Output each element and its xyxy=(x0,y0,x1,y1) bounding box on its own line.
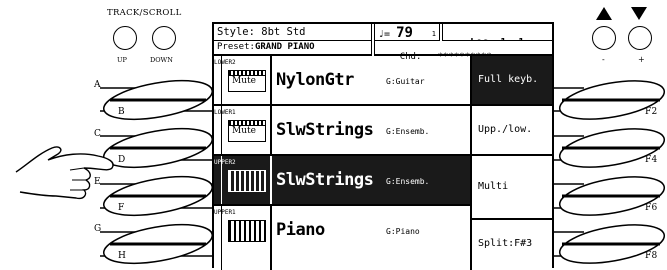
tempo-value: 79 xyxy=(396,25,413,41)
track-up-label: UP xyxy=(117,56,127,64)
mute-icon-text: Mute xyxy=(232,76,256,86)
track-down-label: DOWN xyxy=(150,56,173,64)
style-field[interactable]: Style: 8bt Std xyxy=(214,24,372,41)
down-arrow-icon xyxy=(631,7,647,20)
key-label-f4: F4 xyxy=(645,155,658,165)
keyboard-icon[interactable] xyxy=(228,220,266,242)
key-letter-g: G xyxy=(94,224,102,234)
mode-label: Full keyb. xyxy=(478,74,539,85)
tempo-symbol: ♩= xyxy=(378,29,397,40)
mode-split[interactable]: Split:F#3 xyxy=(472,220,552,270)
track-down-button[interactable] xyxy=(152,26,176,50)
key-letter-f: F xyxy=(118,203,125,213)
key-f2-button[interactable] xyxy=(557,74,667,126)
voice-name: SlwStrings xyxy=(276,120,374,140)
mute-icon-text: Mute xyxy=(232,126,256,136)
plus-label: + xyxy=(638,55,645,64)
voice-name: SlwStrings xyxy=(276,170,374,190)
key-letter-d: D xyxy=(118,155,126,165)
voice-row-lower1[interactable]: LOWER1 Mute SlwStrings G:Ensemb. xyxy=(214,106,470,156)
key-letter-e: E xyxy=(94,177,101,187)
key-letter-c: C xyxy=(94,129,102,139)
up-arrow-icon xyxy=(596,7,612,20)
mode-label: Upp./low. xyxy=(478,124,533,135)
lcd-display: Style: 8bt Std ♩= 79 1 Loc: 1 1 Preset:G… xyxy=(212,22,554,270)
increment-button[interactable] xyxy=(628,26,652,50)
tempo-index: 1 xyxy=(431,30,436,38)
voice-tag: LOWER1 xyxy=(214,106,236,154)
mute-icon[interactable]: Mute xyxy=(228,120,266,142)
key-ab-button[interactable] xyxy=(101,74,212,127)
key-label-f8: F8 xyxy=(645,251,658,261)
voice-tag: UPPER2 xyxy=(214,156,236,204)
voice-row-upper1[interactable]: UPPER1 Piano G:Piano xyxy=(214,206,470,270)
mute-icon[interactable]: Mute xyxy=(228,70,266,92)
voice-name: NylonGtr xyxy=(276,70,354,90)
loc-field[interactable]: Loc: 1 1 xyxy=(442,24,552,48)
preset-name: GRAND PIANO xyxy=(254,42,315,52)
track-up-button[interactable] xyxy=(113,26,137,50)
preset-prefix: Preset: xyxy=(217,42,255,52)
voice-tag: UPPER1 xyxy=(214,206,236,270)
voice-group: G:Guitar xyxy=(386,77,425,86)
pointing-hand-icon xyxy=(15,146,114,200)
key-letter-b: B xyxy=(118,107,125,117)
voice-row-upper2-selected[interactable]: UPPER2 SlwStrings G:Ensemb. xyxy=(214,156,470,206)
key-label-f2: F2 xyxy=(645,107,658,117)
mode-label: Multi xyxy=(478,181,509,192)
keyboard-icon[interactable] xyxy=(228,170,266,192)
voice-row-lower2[interactable]: LOWER2 Mute NylonGtr G:Guitar xyxy=(214,56,470,106)
voice-group: G:Ensemb. xyxy=(386,127,430,136)
voice-group: G:Piano xyxy=(386,227,420,236)
tempo-field[interactable]: ♩= 79 1 xyxy=(374,24,440,41)
voice-tag: LOWER2 xyxy=(214,56,236,104)
key-label-f6: F6 xyxy=(645,203,658,213)
key-letter-a: A xyxy=(94,80,101,90)
mode-multi[interactable]: Multi xyxy=(472,156,552,220)
mode-full-keyboard[interactable]: Full keyb. xyxy=(472,56,552,106)
chord-field: Chd: ********** xyxy=(374,41,552,62)
track-scroll-title: TRACK/SCROLL xyxy=(107,8,182,18)
minus-label: - xyxy=(602,55,605,64)
key-letter-h: H xyxy=(118,251,127,261)
mode-label: Split:F#3 xyxy=(478,238,533,249)
key-f6-button[interactable] xyxy=(557,170,667,222)
voice-group: G:Ensemb. xyxy=(386,177,430,186)
right-function-keys xyxy=(554,74,667,264)
mode-upper-lower[interactable]: Upp./low. xyxy=(472,106,552,156)
decrement-button[interactable] xyxy=(592,26,616,50)
voice-name: Piano xyxy=(276,220,325,240)
style-text: Style: 8bt Std xyxy=(217,26,306,38)
preset-field[interactable]: Preset:GRAND PIANO xyxy=(214,41,372,56)
key-f4-button[interactable] xyxy=(557,122,667,174)
